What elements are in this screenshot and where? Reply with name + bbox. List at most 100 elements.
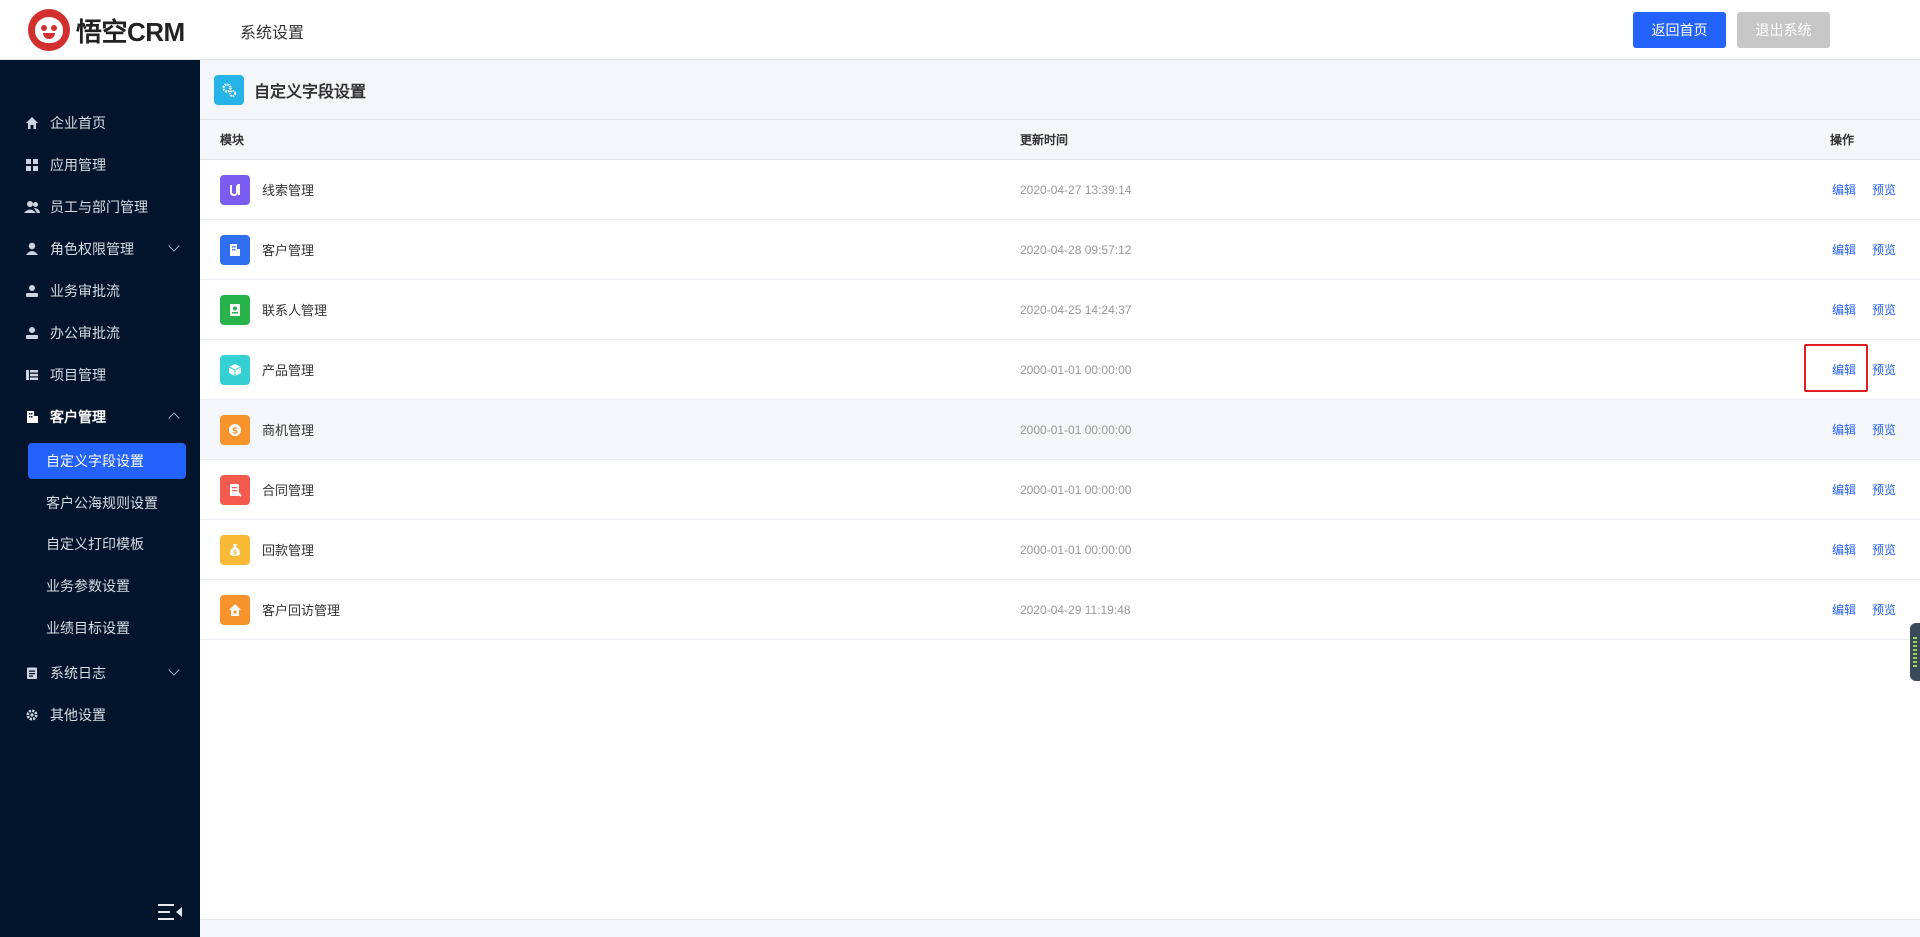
collapse-sidebar-icon[interactable]	[158, 903, 182, 921]
home-icon	[24, 115, 40, 131]
edit-link[interactable]: 编辑	[1832, 181, 1856, 198]
module-name: 联系人管理	[262, 303, 328, 318]
sidebar: 企业首页 应用管理 员工与部门管理 角色权限管理 业务审批流 办公审批流 项目管…	[0, 60, 200, 937]
fields-table: 模块 更新时间 操作 线索管理 2020-04-27 13:39:14 编辑 预…	[200, 120, 1920, 640]
project-icon	[24, 367, 40, 383]
preview-link[interactable]: 预览	[1872, 601, 1896, 618]
sidebar-subitem-business-params[interactable]: 业务参数设置	[28, 568, 186, 604]
apps-grid-icon	[24, 157, 40, 173]
sidebar-item-label: 应用管理	[50, 157, 106, 173]
table-row: 产品管理 2000-01-01 00:00:00 编辑 预览	[200, 340, 1920, 400]
sidebar-item-projects[interactable]: 项目管理	[0, 357, 200, 393]
payment-icon: $	[220, 535, 250, 565]
top-header: 悟空CRM 系统设置 返回首页 退出系统	[0, 0, 1920, 60]
module-name: 客户管理	[262, 243, 315, 258]
module-name: 商机管理	[262, 423, 315, 438]
preview-link[interactable]: 预览	[1872, 301, 1896, 318]
sidebar-item-label: 企业首页	[50, 115, 106, 131]
product-icon	[220, 355, 250, 385]
table-row: $ 商机管理 2000-01-01 00:00:00 编辑 预览	[200, 400, 1920, 460]
main-content: 自定义字段设置 模块 更新时间 操作 线索管理 2020-04-27 13:39…	[200, 60, 1920, 937]
sidebar-item-system-log[interactable]: 系统日志	[0, 655, 200, 691]
sidebar-item-label: 客户管理	[50, 409, 106, 425]
sidebar-item-label: 业务审批流	[50, 283, 120, 299]
column-header-update-time: 更新时间	[1020, 133, 1069, 147]
exit-system-button[interactable]: 退出系统	[1737, 12, 1830, 48]
module-name: 回款管理	[262, 543, 315, 558]
approval-icon	[24, 283, 40, 299]
sidebar-subitem-performance-goals[interactable]: 业绩目标设置	[28, 610, 186, 646]
table-row: 联系人管理 2020-04-25 14:24:37 编辑 预览	[200, 280, 1920, 340]
sidebar-item-staff[interactable]: 员工与部门管理	[0, 189, 200, 225]
sidebar-item-label: 角色权限管理	[50, 241, 134, 257]
sidebar-item-label: 其他设置	[50, 707, 106, 723]
chevron-down-icon	[168, 240, 180, 252]
svg-text:$: $	[232, 427, 238, 437]
sidebar-subitem-pool-rules[interactable]: 客户公海规则设置	[28, 485, 186, 521]
chevron-down-icon	[168, 664, 180, 676]
page-header: 自定义字段设置	[200, 60, 1920, 120]
sidebar-item-other-settings[interactable]: 其他设置	[0, 697, 200, 733]
building-icon	[24, 409, 40, 425]
side-handle-icon[interactable]	[1910, 623, 1920, 681]
edit-link[interactable]: 编辑	[1832, 241, 1856, 258]
update-time: 2000-01-01 00:00:00	[1020, 422, 1132, 437]
chevron-up-icon	[168, 412, 180, 424]
sidebar-item-label: 办公审批流	[50, 325, 120, 341]
bottom-bar	[200, 919, 1920, 937]
customer-icon	[220, 235, 250, 265]
page-title: 自定义字段设置	[254, 83, 367, 101]
monkey-logo-icon	[28, 9, 70, 51]
preview-link[interactable]: 预览	[1872, 361, 1896, 378]
module-name: 产品管理	[262, 363, 315, 378]
edit-link[interactable]: 编辑	[1832, 541, 1856, 558]
table-row: 合同管理 2000-01-01 00:00:00 编辑 预览	[200, 460, 1920, 520]
table-row: 客户管理 2020-04-28 09:57:12 编辑 预览	[200, 220, 1920, 280]
module-name: 客户回访管理	[262, 603, 341, 618]
sidebar-item-roles[interactable]: 角色权限管理	[0, 231, 200, 267]
edit-link[interactable]: 编辑	[1832, 481, 1856, 498]
module-name: 线索管理	[262, 183, 315, 198]
header-title: 系统设置	[240, 25, 305, 42]
back-home-button[interactable]: 返回首页	[1633, 12, 1726, 48]
update-time: 2000-01-01 00:00:00	[1020, 542, 1132, 557]
sidebar-item-apps[interactable]: 应用管理	[0, 147, 200, 183]
users-icon	[24, 199, 40, 215]
update-time: 2020-04-28 09:57:12	[1020, 242, 1132, 257]
gears-icon	[214, 74, 244, 105]
edit-link[interactable]: 编辑	[1832, 601, 1856, 618]
leads-icon	[220, 175, 250, 205]
update-time: 2020-04-27 13:39:14	[1020, 182, 1132, 197]
sidebar-item-home[interactable]: 企业首页	[0, 105, 200, 141]
log-icon	[24, 665, 40, 681]
sidebar-item-office-approval[interactable]: 办公审批流	[0, 315, 200, 351]
column-header-action: 操作	[1830, 133, 1855, 147]
preview-link[interactable]: 预览	[1872, 481, 1896, 498]
update-time: 2020-04-25 14:24:37	[1020, 302, 1132, 317]
visit-icon	[220, 595, 250, 625]
update-time: 2000-01-01 00:00:00	[1020, 362, 1132, 377]
table-row: 线索管理 2020-04-27 13:39:14 编辑 预览	[200, 160, 1920, 220]
preview-link[interactable]: 预览	[1872, 421, 1896, 438]
preview-link[interactable]: 预览	[1872, 181, 1896, 198]
gear-icon	[24, 707, 40, 723]
sidebar-subitem-print-templates[interactable]: 自定义打印模板	[28, 526, 186, 562]
sidebar-subitem-custom-fields[interactable]: 自定义字段设置	[28, 443, 186, 479]
table-header: 模块 更新时间 操作	[200, 120, 1920, 160]
update-time: 2020-04-29 11:19:48	[1020, 602, 1131, 617]
logo-text: 悟空CRM	[76, 16, 185, 47]
edit-link[interactable]: 编辑	[1832, 421, 1856, 438]
preview-link[interactable]: 预览	[1872, 541, 1896, 558]
contacts-icon	[220, 295, 250, 325]
logo[interactable]: 悟空CRM	[28, 9, 185, 51]
svg-text:$: $	[233, 550, 237, 557]
sidebar-item-customer[interactable]: 客户管理	[0, 399, 200, 435]
contract-icon	[220, 475, 250, 505]
sidebar-item-label: 系统日志	[50, 665, 106, 681]
table-row: $ 回款管理 2000-01-01 00:00:00 编辑 预览	[200, 520, 1920, 580]
edit-link[interactable]: 编辑	[1832, 301, 1856, 318]
table-row: 客户回访管理 2020-04-29 11:19:48 编辑 预览	[200, 580, 1920, 640]
sidebar-item-business-approval[interactable]: 业务审批流	[0, 273, 200, 309]
preview-link[interactable]: 预览	[1872, 241, 1896, 258]
sidebar-item-label: 员工与部门管理	[50, 199, 148, 215]
